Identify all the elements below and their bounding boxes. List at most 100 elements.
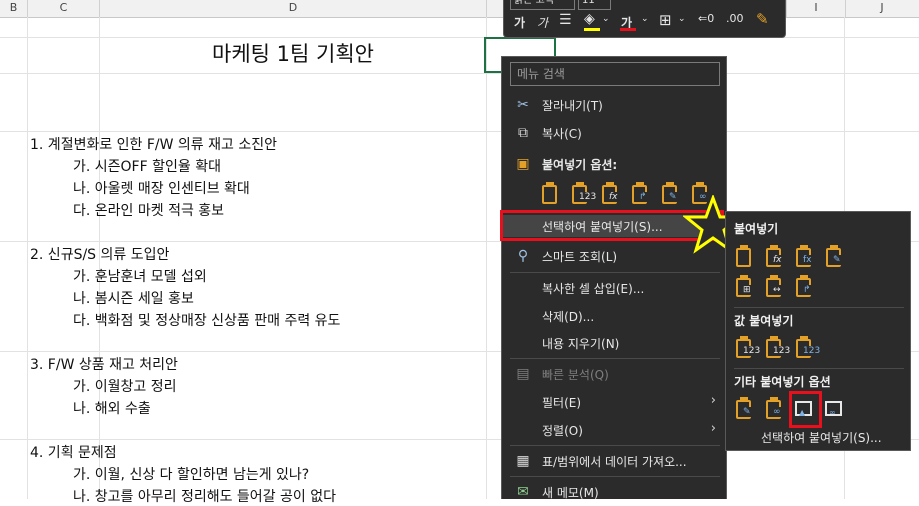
chevron-right-icon: › [710,393,716,408]
row-3b[interactable]: 나. 해외 수출 [73,398,151,418]
menu-item-label: 스마트 조회(L) [542,250,618,264]
fill-color-icon[interactable]: ◈ [584,11,595,27]
fill-color-swatch [584,28,600,31]
clipboard-icon: ▣ [516,156,530,172]
font-size-box[interactable]: 11 [578,0,611,10]
menu-item-clear-contents[interactable]: 내용 지우기(N) [502,332,726,354]
menu-separator [734,368,904,369]
increase-decimal-icon[interactable]: ⇐0 [698,12,714,25]
paste-formulas-icon[interactable]: fx [600,182,620,206]
menu-item-get-data-from-table[interactable]: ▦ 표/범위에서 데이터 가져오... [502,450,726,472]
menu-separator [510,272,720,273]
menu-item-label: 복사한 셀 삽입(E)... [542,282,645,296]
row-1b[interactable]: 나. 아울렛 매장 인센티브 확대 [73,178,250,198]
row-4b[interactable]: 나. 창고를 아무리 정리해도 들어갈 공이 없다 [73,486,336,506]
menu-item-new-memo[interactable]: ✉ 새 메모(M) [502,481,726,503]
row-3a[interactable]: 가. 이월창고 정리 [73,376,177,396]
table-icon: ▦ [516,453,530,469]
grid-line [0,73,919,74]
menu-item-delete[interactable]: 삭제(D)... [502,305,726,327]
row-2c[interactable]: 다. 백화점 및 정상매장 신상품 판매 주력 유도 [73,310,340,330]
grid-line [27,17,28,499]
paste-values-source-format-icon[interactable]: 123 [794,336,821,360]
font-color-swatch [620,28,636,31]
highlight-box-paste-picture [789,391,822,428]
column-header-i[interactable]: I [786,0,846,17]
context-menu: 메뉴 검색 ✂ 잘라내기(T) ⧉ 복사(C) ▣ 붙여넣기 옵션: 123 f… [501,56,727,500]
submenu-section-paste: 붙여넣기 [734,222,779,236]
menu-item-label: 삭제(D)... [542,310,595,324]
row-2-heading[interactable]: 2. 신규S/S 의류 도입안 [30,244,169,264]
paste-keep-formatting-icon[interactable]: ✎ [824,245,844,269]
paste-formulas-formatting-icon[interactable]: fx [794,245,814,269]
row-2b[interactable]: 나. 봄시즌 세일 홍보 [73,288,194,308]
menu-item-label: 표/범위에서 데이터 가져오... [542,455,687,469]
row-4-heading[interactable]: 4. 기획 문제점 [30,442,117,462]
paste-transpose-icon[interactable]: ↱ [794,275,814,299]
menu-item-cut[interactable]: ✂ 잘라내기(T) [502,94,726,116]
font-name-box[interactable]: 맑은 고딕 [510,0,575,10]
menu-separator [734,307,904,308]
paste-values-icon[interactable]: 123 [570,182,597,206]
menu-item-sort[interactable]: 정렬(O) › [502,419,726,441]
menu-item-label: 빠른 분석(Q) [542,368,609,382]
paste-column-widths-icon[interactable]: ↔ [764,275,784,299]
menu-item-label: 필터(E) [542,396,582,410]
column-header-c[interactable]: C [28,0,100,17]
row-2a[interactable]: 가. 훈남훈녀 모델 섭외 [73,266,207,286]
italic-button[interactable]: 가 [537,14,548,31]
menu-separator [510,445,720,446]
copy-icon: ⧉ [518,125,528,141]
submenu-section-other: 기타 붙여넣기 옵션 [734,375,831,389]
chevron-right-icon: › [710,421,716,436]
column-header-j[interactable]: J [845,0,919,17]
row-1c[interactable]: 다. 온라인 마켓 적극 홍보 [73,200,224,220]
menu-item-label: 새 메모(M) [542,486,599,500]
column-header-d[interactable]: D [100,0,487,17]
menu-separator [510,476,720,477]
paste-linked-picture-icon[interactable]: ∞ [824,397,844,421]
paste-formatting-icon[interactable]: ✎ [660,182,680,206]
menu-separator [510,358,720,359]
paste-formulas-icon[interactable]: fx [764,245,784,269]
menu-item-quick-analysis[interactable]: ▤ 빠른 분석(Q) [502,363,726,385]
paste-values-number-format-icon[interactable]: 123 [764,336,791,360]
sheet-title-cell[interactable]: 마케팅 1팀 기획안 [100,38,486,68]
decrease-decimal-icon[interactable]: .00 [726,12,744,25]
chevron-down-icon[interactable]: ⌄ [602,14,610,24]
borders-icon[interactable]: ⊞ [659,11,672,29]
bold-button[interactable]: 가 [514,14,525,31]
scissors-icon: ✂ [517,97,529,113]
paste-icon[interactable] [734,245,754,269]
memo-icon: ✉ [517,484,529,500]
menu-item-label: 붙여넣기 옵션: [542,158,618,172]
column-header-b[interactable]: B [0,0,28,17]
align-center-icon[interactable]: ☰ [559,12,572,28]
paste-link-icon[interactable]: ∞ [764,397,784,421]
row-1-heading[interactable]: 1. 계절변화로 인한 F/W 의류 재고 소진안 [30,134,277,154]
menu-item-label: 내용 지우기(N) [542,337,620,351]
menu-item-filter[interactable]: 필터(E) › [502,391,726,413]
paste-no-borders-icon[interactable]: ⊞ [734,275,754,299]
menu-item-label: 잘라내기(T) [542,99,603,113]
submenu-paste-special-link[interactable]: 선택하여 붙여넣기(S)... [761,429,882,446]
mini-toolbar: 맑은 고딕 11 가 가 ☰ ◈ ⌄ 가 ⌄ ⊞ ⌄ ⇐0 .00 ✎ [503,0,786,38]
row-3-heading[interactable]: 3. F/W 상품 재고 처리안 [30,354,178,374]
row-4a[interactable]: 가. 이월, 신상 다 할인하면 남는게 있나? [73,464,309,484]
format-painter-icon[interactable]: ✎ [756,10,769,28]
paste-transpose-icon[interactable]: ↱ [630,182,650,206]
menu-item-label: 정렬(O) [542,424,583,438]
chevron-down-icon[interactable]: ⌄ [678,14,686,24]
menu-item-copy[interactable]: ⧉ 복사(C) [502,122,726,144]
paste-icon[interactable] [540,182,560,206]
submenu-section-values: 값 붙여넣기 [734,314,794,328]
row-1a[interactable]: 가. 시즌OFF 할인율 확대 [73,156,221,176]
paste-formatting-icon[interactable]: ✎ [734,397,754,421]
paste-options-header: ▣ 붙여넣기 옵션: [502,153,726,175]
menu-item-insert-copied-cells[interactable]: 복사한 셀 삽입(E)... [502,277,726,299]
quick-analysis-icon: ▤ [516,366,530,382]
paste-values-icon[interactable]: 123 [734,336,761,360]
chevron-down-icon[interactable]: ⌄ [641,14,649,24]
menu-search-input[interactable]: 메뉴 검색 [510,62,720,86]
menu-item-label: 복사(C) [542,127,582,141]
